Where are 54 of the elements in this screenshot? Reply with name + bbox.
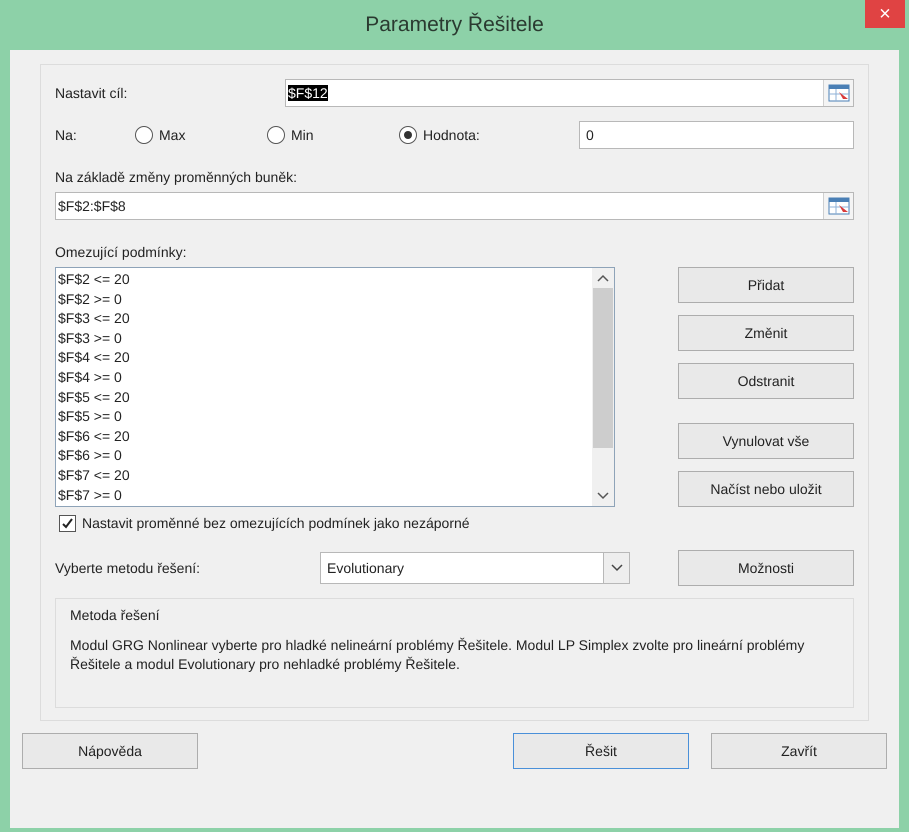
dialog-button[interactable]: Zavřít [711,733,887,769]
radio-button[interactable] [135,126,153,144]
radio-label[interactable]: Min [291,124,314,146]
variables-field[interactable]: $F$2:$F$8 [55,192,854,220]
range-select-button[interactable] [823,80,853,106]
radio-label[interactable]: Hodnota: [423,124,480,146]
cell-range-icon [828,197,850,215]
constraint-item[interactable]: $F$3 <= 20 [58,309,130,329]
constraint-item[interactable]: $F$6 >= 0 [58,446,122,466]
radio-button[interactable] [399,126,417,144]
close-button[interactable]: × [865,0,905,28]
window-title: Parametry Řešitele [365,12,544,38]
scroll-thumb[interactable] [593,288,613,448]
method-dropdown[interactable]: Evolutionary [320,552,630,584]
action-button[interactable]: Odstranit [678,363,854,399]
variables-value: $F$2:$F$8 [57,196,127,216]
options-button[interactable]: Možnosti [678,550,854,586]
objective-label: Nastavit cíl: [55,84,128,102]
action-button[interactable]: Přidat [678,267,854,303]
objective-value: $F$12 [288,84,328,100]
method-value: Evolutionary [326,558,406,578]
radio-label[interactable]: Max [159,124,186,146]
cell-range-icon [828,84,850,102]
description-text: Modul GRG Nonlinear vyberte pro hladké nelineární problémy Řešitele. Modul LP Simplex zvolte pro lineární problémy Řešitele a modul Evolutionary pro nehladké problémy Řešitele. [70,636,806,674]
to-label: Na: [55,126,78,144]
value-field[interactable]: 0 [579,121,854,149]
dialog-button[interactable]: Nápověda [22,733,198,769]
scroll-down-icon[interactable] [597,492,609,500]
objective-field[interactable]: $F$12 [285,79,854,107]
description-title: Metoda řešení [70,606,160,625]
dropdown-caret-icon [610,564,622,572]
constraint-item[interactable]: $F$4 >= 0 [58,368,122,388]
constraint-item[interactable]: $F$5 >= 0 [58,407,122,427]
scroll-up-icon[interactable] [597,274,609,282]
scrollbar[interactable] [592,268,614,506]
range-select-button[interactable] [823,193,853,219]
method-label: Vyberte metodu řešení: [55,558,202,578]
checkbox[interactable] [59,515,76,532]
constraint-item[interactable]: $F$2 >= 0 [58,290,122,310]
variables-label: Na základě změny proměnných buněk: [55,168,298,187]
constraint-item[interactable]: $F$2 <= 20 [58,270,130,290]
action-button[interactable]: Vynulovat vše [678,423,854,459]
constraint-item[interactable]: $F$5 <= 20 [58,388,130,408]
constraint-item[interactable]: $F$6 <= 20 [58,426,130,446]
constraint-item[interactable]: $F$4 <= 20 [58,348,130,368]
action-button[interactable]: Načíst nebo uložit [678,471,854,507]
constraint-item[interactable]: $F$3 >= 0 [58,328,122,348]
dialog-button[interactable]: Řešit [513,733,689,769]
radio-button[interactable] [267,126,285,144]
action-button[interactable]: Změnit [678,315,854,351]
constraint-item[interactable]: $F$7 <= 20 [58,466,130,486]
constraints-label: Omezující podmínky: [55,243,188,262]
constraint-item[interactable]: $F$7 >= 0 [58,486,122,506]
checkbox-label[interactable]: Nastavit proměnné bez omezujících podmínek jako nezáporné [82,513,470,534]
